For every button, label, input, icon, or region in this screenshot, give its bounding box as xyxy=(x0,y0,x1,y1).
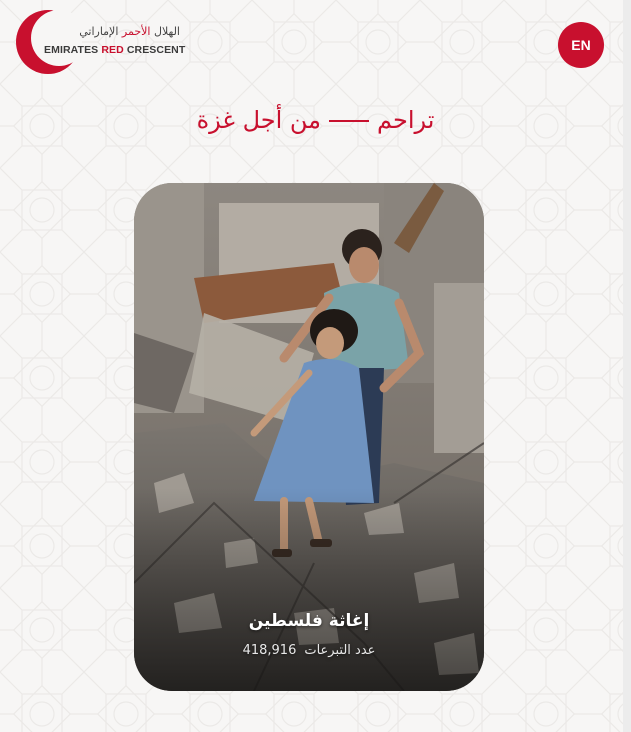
campaign-card[interactable]: إغاثة فلسطين 418,916 عدد التبرعات xyxy=(134,183,484,691)
brand-name-english: EMIRATES RED CRESCENT xyxy=(44,44,186,56)
donations-count: 418,916 xyxy=(242,643,297,658)
headline-left-text: تراحم xyxy=(377,106,435,134)
campaign-donations: 418,916 عدد التبرعات xyxy=(134,643,484,658)
brand-name-arabic: الهلال الأحمر الإماراتي xyxy=(79,25,180,38)
page-headline: تراحم من أجل غزة xyxy=(0,106,631,134)
brand-logo[interactable]: الهلال الأحمر الإماراتي EMIRATES RED CRE… xyxy=(14,8,185,78)
headline-right-text: من أجل غزة xyxy=(196,106,322,134)
campaign-title: إغاثة فلسطين xyxy=(248,611,370,631)
headline-dash xyxy=(329,120,370,122)
donations-label: عدد التبرعات xyxy=(304,643,376,658)
red-crescent-icon xyxy=(16,10,82,74)
language-toggle-button[interactable]: EN xyxy=(558,22,604,68)
